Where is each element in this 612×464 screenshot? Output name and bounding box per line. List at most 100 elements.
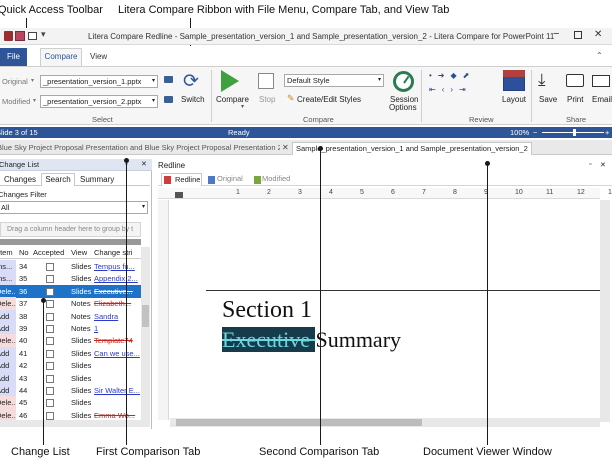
table-row[interactable]: Add44 SlidesSir Walter E... bbox=[0, 384, 141, 397]
slide-subheading: Executive Summary bbox=[222, 327, 401, 353]
print-ribbon-icon[interactable] bbox=[566, 74, 584, 87]
accepted-checkbox[interactable] bbox=[46, 300, 54, 309]
tab-original[interactable]: Original bbox=[217, 174, 243, 183]
change-list-hscrollbar[interactable] bbox=[0, 420, 141, 427]
save-icon[interactable]: ⤓ bbox=[538, 70, 546, 90]
table-row[interactable]: Add38 NotesSandra bbox=[0, 309, 141, 323]
app-logo-icon bbox=[4, 31, 13, 41]
accepted-checkbox[interactable] bbox=[46, 349, 54, 358]
table-row[interactable]: Ins...34 SlidesTempus fu... bbox=[0, 260, 141, 273]
redline-icon[interactable] bbox=[15, 31, 25, 41]
maximize-button[interactable] bbox=[574, 31, 582, 39]
row-item: Add bbox=[0, 371, 16, 385]
review-nav-bottom-icons[interactable]: ⇤‹›⇥ bbox=[429, 84, 472, 96]
ruler-number: 1 bbox=[236, 189, 240, 196]
create-edit-styles-button[interactable]: Create/Edit Styles bbox=[297, 95, 361, 104]
accepted-checkbox[interactable] bbox=[46, 287, 54, 296]
deleted-text[interactable]: Executive bbox=[222, 327, 316, 352]
collapse-ribbon-icon[interactable]: ⌃ bbox=[596, 51, 603, 60]
ruler-indent-marker[interactable] bbox=[175, 192, 183, 198]
tab-search[interactable]: Search bbox=[41, 173, 75, 186]
table-row[interactable]: Dele...36 SlidesExecutive... bbox=[0, 284, 141, 298]
original-file-value: _presentation_version_1.pptx bbox=[43, 77, 142, 86]
viewer-scrollbar[interactable] bbox=[600, 200, 610, 422]
callout-viewer: Document Viewer Window bbox=[423, 446, 552, 458]
accepted-checkbox[interactable] bbox=[46, 387, 54, 395]
switch-button[interactable]: Switch bbox=[181, 95, 205, 104]
accepted-checkbox[interactable] bbox=[46, 399, 54, 408]
accepted-checkbox[interactable] bbox=[46, 312, 54, 321]
table-row[interactable]: Dele...45 Slides bbox=[0, 396, 141, 410]
layout-button[interactable]: Layout bbox=[502, 95, 526, 104]
style-select[interactable]: Default Style ▾ bbox=[284, 74, 384, 87]
column-no[interactable]: No bbox=[19, 247, 29, 259]
modified-file-select[interactable]: _presentation_version_2.pptx ▾ bbox=[40, 95, 158, 108]
change-list-scrollbar[interactable] bbox=[141, 247, 150, 427]
row-item: Dele... bbox=[0, 286, 16, 296]
browse-modified-icon[interactable] bbox=[164, 96, 173, 103]
callout-second-tab: Second Comparison Tab bbox=[259, 446, 380, 458]
accepted-checkbox[interactable] bbox=[46, 275, 54, 284]
table-row[interactable]: Ins...35 SlidesAppendix 2... bbox=[0, 272, 141, 286]
column-accepted[interactable]: Accepted bbox=[33, 247, 64, 259]
save-button[interactable]: Save bbox=[539, 95, 557, 104]
email-button[interactable]: Email bbox=[592, 95, 612, 104]
row-item: Ins... bbox=[0, 260, 16, 273]
tab-changes[interactable]: Changes bbox=[4, 175, 36, 184]
table-row[interactable]: Add42 Slides bbox=[0, 359, 141, 373]
tab-modified[interactable]: Modified bbox=[262, 174, 290, 183]
stop-icon[interactable] bbox=[258, 73, 274, 89]
table-row[interactable]: Dele...40 SlidesTemplate74 bbox=[0, 334, 141, 348]
tab-compare[interactable]: Compare bbox=[40, 48, 82, 66]
compare-play-icon[interactable] bbox=[221, 70, 239, 92]
change-list-scroll-thumb[interactable] bbox=[142, 305, 149, 327]
tab-file[interactable]: File bbox=[0, 48, 27, 66]
original-doc-icon bbox=[208, 176, 215, 184]
modified-dropdown-icon[interactable]: ▾ bbox=[33, 97, 36, 104]
modified-file-value: _presentation_version_2.pptx bbox=[43, 97, 142, 106]
ruler-number: 12 bbox=[577, 189, 585, 196]
browse-original-icon[interactable] bbox=[164, 76, 173, 83]
accepted-checkbox[interactable] bbox=[46, 337, 54, 346]
tab-view[interactable]: View bbox=[90, 52, 107, 61]
zoom-out-button[interactable]: − bbox=[533, 128, 537, 137]
table-row[interactable]: Dele...37 NotesElizabeth... bbox=[0, 297, 141, 311]
original-file-select[interactable]: _presentation_version_1.pptx ▾ bbox=[40, 75, 158, 88]
tab-second-comparison[interactable]: Sample_presentation_version_1 and Sample… bbox=[292, 142, 532, 155]
email-icon[interactable] bbox=[592, 75, 610, 87]
status-bar: Slide 3 of 15 Ready 100% − + bbox=[0, 127, 612, 138]
switch-icon[interactable]: ⟳ bbox=[183, 72, 199, 91]
compare-group-label: Compare bbox=[303, 115, 334, 124]
close-button[interactable]: ✕ bbox=[594, 29, 602, 40]
tab-first-comparison[interactable]: Blue Sky Project Proposal Presentation a… bbox=[0, 142, 280, 155]
zoom-slider-thumb[interactable] bbox=[573, 129, 576, 136]
column-item[interactable]: Item bbox=[0, 247, 13, 259]
table-row[interactable]: Add39 Notes1 bbox=[0, 322, 141, 335]
close-first-tab-icon[interactable]: ✕ bbox=[282, 143, 289, 152]
table-row[interactable]: Add43 Slides bbox=[0, 371, 141, 385]
column-view[interactable]: View bbox=[71, 247, 87, 259]
options-label[interactable]: Options bbox=[389, 103, 417, 112]
review-nav-top-icons[interactable]: •➜◆⬈ bbox=[429, 70, 475, 82]
print-button[interactable]: Print bbox=[567, 95, 583, 104]
row-change-string: 1 bbox=[94, 324, 99, 333]
tab-summary[interactable]: Summary bbox=[80, 175, 114, 184]
accepted-checkbox[interactable] bbox=[46, 263, 54, 271]
close-panel-icon[interactable]: ✕ bbox=[141, 159, 147, 170]
viewer-hscroll-thumb[interactable] bbox=[176, 419, 422, 426]
viewer-close-icon[interactable]: ✕ bbox=[600, 161, 606, 169]
accepted-checkbox[interactable] bbox=[46, 325, 54, 333]
customize-toolbar-icon[interactable]: ▾ bbox=[41, 29, 46, 40]
table-row[interactable]: Add41 SlidesCan we use... bbox=[0, 346, 141, 360]
column-change-string[interactable]: Change stri bbox=[94, 247, 140, 259]
accepted-checkbox[interactable] bbox=[46, 362, 54, 371]
stop-button[interactable]: Stop bbox=[259, 95, 275, 104]
print-icon[interactable] bbox=[28, 32, 37, 40]
viewer-pin-icon[interactable]: ▫ bbox=[589, 161, 591, 168]
original-dropdown-icon[interactable]: ▾ bbox=[31, 77, 34, 84]
zoom-in-button[interactable]: + bbox=[605, 128, 609, 137]
accepted-checkbox[interactable] bbox=[46, 411, 54, 420]
accepted-checkbox[interactable] bbox=[46, 374, 54, 383]
compare-dropdown-icon[interactable]: ▾ bbox=[241, 103, 244, 110]
minimize-button[interactable]: − bbox=[553, 28, 559, 40]
